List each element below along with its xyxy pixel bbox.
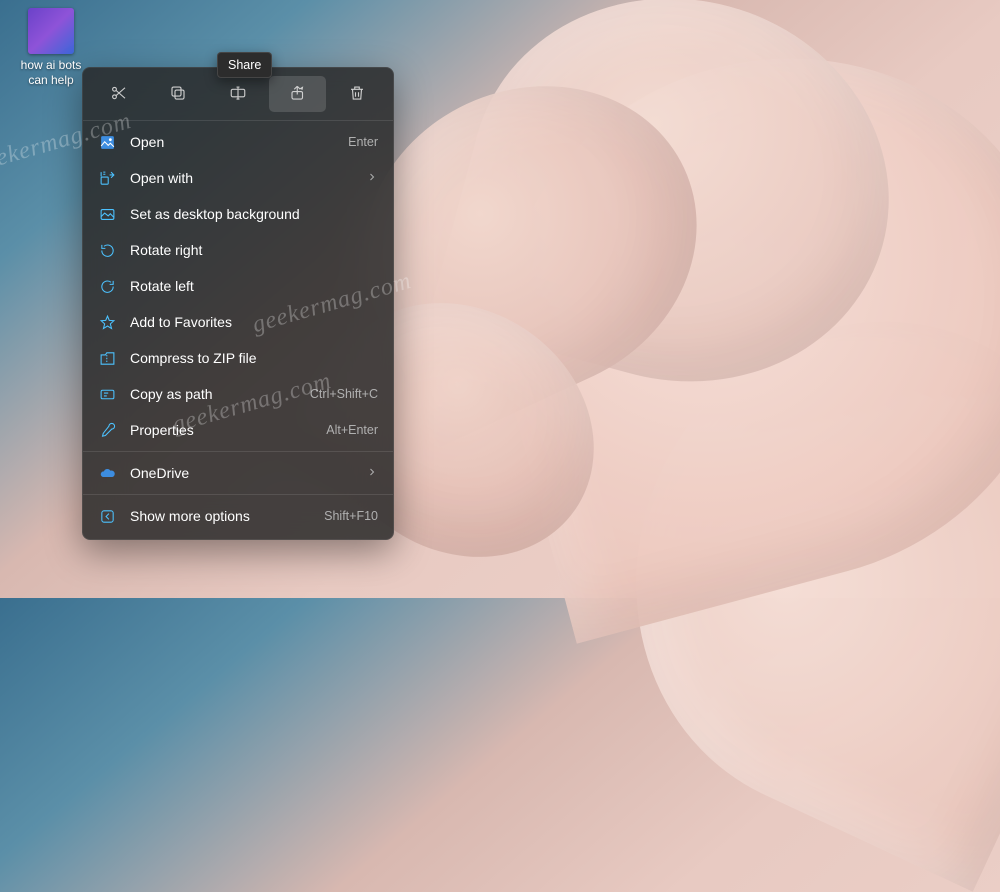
share-button[interactable] bbox=[269, 76, 327, 112]
desktop-file-icon[interactable]: how ai bots can help bbox=[14, 8, 88, 89]
menu-item-show-more[interactable]: Show more options Shift+F10 bbox=[88, 498, 388, 534]
menu-item-rotate-left[interactable]: Rotate left bbox=[88, 268, 388, 304]
open-shortcut: Enter bbox=[348, 135, 378, 149]
onedrive-icon bbox=[98, 464, 116, 482]
properties-shortcut: Alt+Enter bbox=[326, 423, 378, 437]
menu-item-properties[interactable]: Properties Alt+Enter bbox=[88, 412, 388, 448]
rename-button[interactable] bbox=[209, 76, 267, 112]
open-with-label: Open with bbox=[130, 170, 366, 186]
copy-path-shortcut: Ctrl+Shift+C bbox=[310, 387, 378, 401]
open-label: Open bbox=[130, 134, 348, 150]
zip-icon bbox=[98, 349, 116, 367]
menu-item-open[interactable]: Open Enter bbox=[88, 124, 388, 160]
context-menu: Open Enter Open with Set as desktop back… bbox=[82, 67, 394, 540]
copy-path-icon bbox=[98, 385, 116, 403]
more-options-icon bbox=[98, 507, 116, 525]
rotate-left-label: Rotate left bbox=[130, 278, 378, 294]
rotate-right-icon bbox=[98, 241, 116, 259]
onedrive-label: OneDrive bbox=[130, 465, 366, 481]
wrench-icon bbox=[98, 421, 116, 439]
favorites-label: Add to Favorites bbox=[130, 314, 378, 330]
open-with-icon bbox=[98, 169, 116, 187]
image-icon bbox=[98, 133, 116, 151]
trash-icon bbox=[348, 84, 366, 105]
menu-item-open-with[interactable]: Open with bbox=[88, 160, 388, 196]
copy-button[interactable] bbox=[150, 76, 208, 112]
share-tooltip: Share bbox=[217, 52, 272, 78]
image-thumbnail-icon bbox=[28, 8, 74, 54]
menu-item-rotate-right[interactable]: Rotate right bbox=[88, 232, 388, 268]
properties-label: Properties bbox=[130, 422, 326, 438]
rename-icon bbox=[229, 84, 247, 105]
delete-button[interactable] bbox=[328, 76, 386, 112]
wallpaper-icon bbox=[98, 205, 116, 223]
menu-item-onedrive[interactable]: OneDrive bbox=[88, 455, 388, 491]
copy-path-label: Copy as path bbox=[130, 386, 310, 402]
compress-label: Compress to ZIP file bbox=[130, 350, 378, 366]
show-more-label: Show more options bbox=[130, 508, 324, 524]
scissors-icon bbox=[110, 84, 128, 105]
rotate-left-icon bbox=[98, 277, 116, 295]
menu-item-favorites[interactable]: Add to Favorites bbox=[88, 304, 388, 340]
copy-icon bbox=[169, 84, 187, 105]
quick-actions-row bbox=[88, 73, 388, 117]
set-background-label: Set as desktop background bbox=[130, 206, 378, 222]
menu-item-compress[interactable]: Compress to ZIP file bbox=[88, 340, 388, 376]
desktop-file-label: how ai bots can help bbox=[14, 57, 88, 89]
show-more-shortcut: Shift+F10 bbox=[324, 509, 378, 523]
cut-button[interactable] bbox=[90, 76, 148, 112]
chevron-right-icon bbox=[366, 465, 378, 481]
menu-item-copy-path[interactable]: Copy as path Ctrl+Shift+C bbox=[88, 376, 388, 412]
chevron-right-icon bbox=[366, 170, 378, 186]
star-icon bbox=[98, 313, 116, 331]
menu-item-set-background[interactable]: Set as desktop background bbox=[88, 196, 388, 232]
share-icon bbox=[289, 84, 307, 105]
rotate-right-label: Rotate right bbox=[130, 242, 378, 258]
